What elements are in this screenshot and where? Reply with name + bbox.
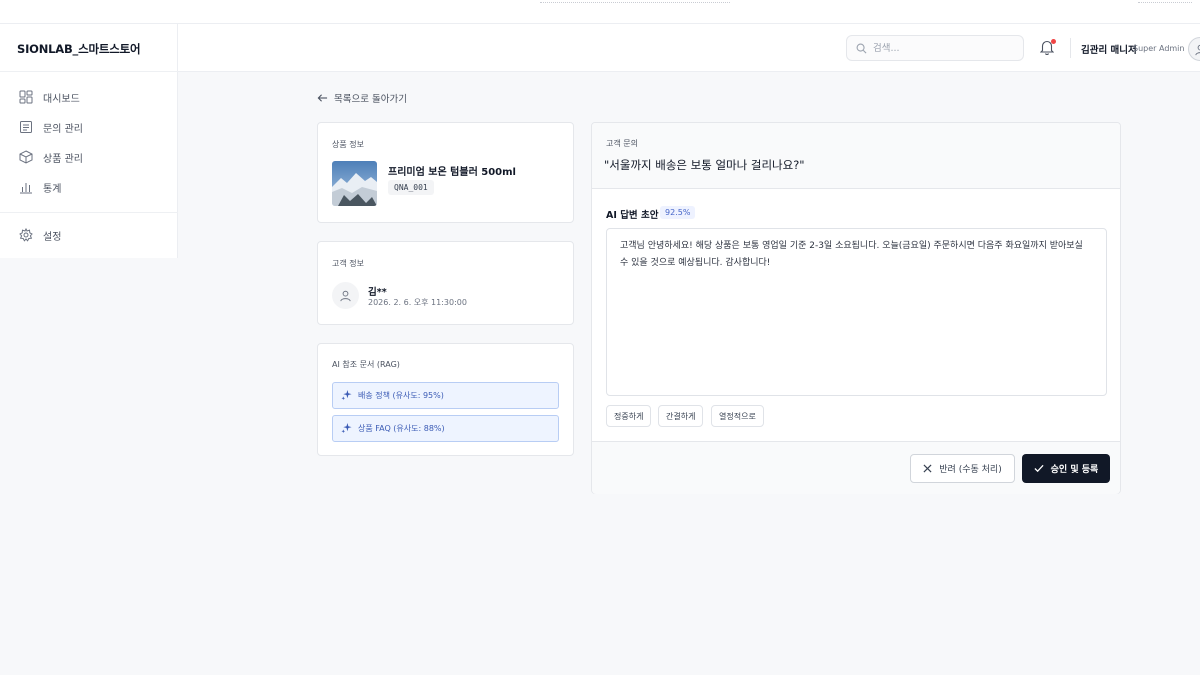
sidebar-divider (0, 212, 178, 213)
ai-answer-textarea[interactable] (606, 228, 1107, 396)
sidebar-item-products[interactable]: 상품 관리 (19, 148, 83, 166)
user-avatar[interactable] (1188, 37, 1200, 61)
product-thumbnail (332, 161, 377, 206)
section-label: 고객 정보 (332, 259, 364, 268)
customer-name: 김** (368, 287, 387, 298)
customer-inquiry-section: 고객 문의 "서울까지 배송은 보통 얼마나 걸리나요?" (592, 123, 1120, 189)
sidebar-item-label: 설정 (43, 231, 62, 243)
notification-button[interactable] (1039, 39, 1056, 57)
tone-enthusiastic-button[interactable]: 열정적으로 (711, 405, 764, 427)
dashboard-icon (19, 90, 33, 104)
top-strip-decoration-right (1138, 2, 1192, 8)
tone-concise-button[interactable]: 간결하게 (658, 405, 704, 427)
rag-doc-item[interactable]: 상품 FAQ (유사도: 88%) (332, 415, 559, 442)
chart-icon (20, 183, 32, 194)
search-box[interactable] (846, 35, 1024, 61)
notification-dot (1051, 39, 1056, 44)
brand-title[interactable]: SIONLAB_스마트스토어 (17, 41, 141, 57)
rag-doc-label: 배송 정책 (유사도: 95%) (358, 391, 444, 400)
check-icon (1034, 464, 1044, 473)
section-label: 상품 정보 (332, 140, 364, 149)
close-icon (923, 464, 932, 473)
sidebar-item-settings[interactable]: 설정 (19, 226, 61, 244)
reject-button[interactable]: 반려 (수동 처리) (910, 454, 1015, 483)
reject-label: 반려 (수동 처리) (939, 465, 1002, 475)
customer-info-card: 고객 정보 김** 2026. 2. 6. 오후 11:30:00 (317, 241, 574, 325)
top-header: 김관리 매니저 Super Admin (178, 24, 1200, 72)
sparkle-icon (341, 423, 352, 434)
browser-top-strip (0, 0, 1200, 24)
search-input[interactable] (873, 42, 1013, 54)
sparkle-icon (341, 390, 352, 401)
section-label: 고객 문의 (606, 139, 638, 148)
approve-label: 승인 및 등록 (1050, 465, 1099, 475)
approve-button[interactable]: 승인 및 등록 (1022, 454, 1110, 483)
gear-icon (19, 228, 33, 242)
ai-draft-title: AI 답변 초안 (606, 210, 659, 221)
product-name: 프리미엄 보온 텀블러 500ml (388, 167, 516, 178)
action-footer: 반려 (수동 처리) 승인 및 등록 (592, 441, 1120, 494)
sidebar-divider (0, 71, 178, 72)
sidebar-item-label: 상품 관리 (43, 153, 83, 165)
sidebar: SIONLAB_스마트스토어 대시보드 문의 관리 상품 관리 통계 설정 (0, 24, 178, 258)
section-label: AI 참조 문서 (RAG) (332, 360, 400, 369)
inquiry-timestamp: 2026. 2. 6. 오후 11:30:00 (368, 298, 467, 307)
user-icon (340, 290, 351, 302)
sidebar-item-dashboard[interactable]: 대시보드 (19, 88, 80, 106)
arrow-left-icon (317, 94, 328, 102)
inquiry-icon (20, 121, 32, 133)
top-strip-decoration (540, 2, 730, 8)
rag-doc-item[interactable]: 배송 정책 (유사도: 95%) (332, 382, 559, 409)
confidence-badge: 92.5% (660, 206, 696, 219)
tone-polite-button[interactable]: 정중하게 (606, 405, 652, 427)
back-to-list-link[interactable]: 목록으로 돌아가기 (317, 91, 407, 105)
sidebar-item-label: 통계 (43, 183, 62, 195)
sidebar-item-label: 대시보드 (43, 93, 80, 105)
product-info-card: 상품 정보 프리미엄 보온 텀블러 500ml QNA_001 (317, 122, 574, 223)
rag-doc-label: 상품 FAQ (유사도: 88%) (358, 424, 445, 433)
user-role: Super Admin (1133, 44, 1185, 53)
back-link-label: 목록으로 돌아가기 (334, 94, 407, 105)
header-divider (1070, 38, 1071, 58)
user-icon (1194, 44, 1200, 55)
product-code-badge: QNA_001 (388, 180, 434, 195)
user-name[interactable]: 김관리 매니저 (1081, 42, 1137, 56)
box-icon (19, 150, 33, 164)
search-icon (856, 43, 867, 53)
sidebar-item-stats[interactable]: 통계 (19, 178, 61, 196)
customer-avatar (332, 282, 359, 309)
rag-reference-card: AI 참조 문서 (RAG) 배송 정책 (유사도: 95%) 상품 FAQ (… (317, 343, 574, 456)
sidebar-item-inquiries[interactable]: 문의 관리 (19, 118, 83, 136)
sidebar-item-label: 문의 관리 (43, 123, 83, 135)
inquiry-answer-card: 고객 문의 "서울까지 배송은 보통 얼마나 걸리나요?" AI 답변 초안 9… (591, 122, 1121, 494)
customer-question: "서울까지 배송은 보통 얼마나 걸리나요?" (604, 158, 805, 172)
